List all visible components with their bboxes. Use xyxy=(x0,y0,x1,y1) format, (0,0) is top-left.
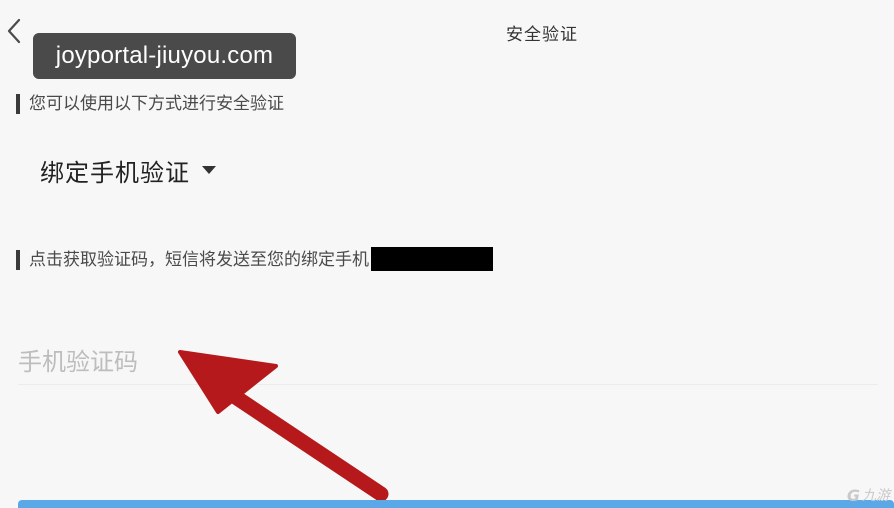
corner-logo-text: 九游 xyxy=(862,488,890,504)
sms-code-input[interactable] xyxy=(18,340,878,385)
sms-hint-text: 点击获取验证码，短信将发送至您的绑定手机 xyxy=(29,250,369,270)
sms-hint-label: 点击获取验证码，短信将发送至您的绑定手机 xyxy=(16,246,493,271)
corner-logo: G 九游 xyxy=(847,484,890,506)
method-hint-text: 您可以使用以下方式进行安全验证 xyxy=(29,94,284,114)
corner-logo-mark: G xyxy=(846,485,860,505)
selected-method-text: 绑定手机验证 xyxy=(40,158,190,187)
method-hint-label: 您可以使用以下方式进行安全验证 xyxy=(16,93,284,115)
caret-down-icon xyxy=(202,166,216,174)
redacted-phone-number xyxy=(371,246,493,271)
get-code-button[interactable] xyxy=(18,500,894,508)
watermark-label: joyportal-jiuyou.com xyxy=(33,33,296,79)
verification-method-dropdown[interactable]: 绑定手机验证 xyxy=(40,150,216,190)
